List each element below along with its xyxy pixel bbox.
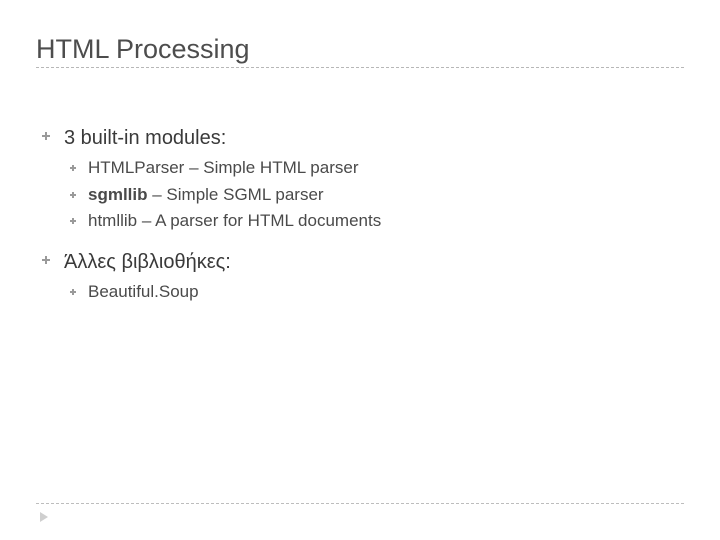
footer-divider bbox=[36, 503, 684, 504]
content-area: 3 built-in modules: HTMLParser – Simple … bbox=[36, 124, 684, 305]
bold-term: sgmllib bbox=[88, 185, 148, 204]
plus-bullet-icon bbox=[42, 256, 50, 264]
sub-list-item-label: sgmllib – Simple SGML parser bbox=[88, 183, 324, 208]
plus-bullet-icon bbox=[70, 165, 76, 171]
list-item-label: Άλλες βιβλιοθήκες: bbox=[64, 248, 231, 276]
sub-list-item: HTMLParser – Simple HTML parser bbox=[70, 156, 684, 181]
slide: HTML Processing 3 built-in modules: HTML… bbox=[0, 0, 720, 540]
plus-bullet-icon bbox=[70, 192, 76, 198]
list-item-label: 3 built-in modules: bbox=[64, 124, 226, 152]
list-item: 3 built-in modules: bbox=[42, 124, 684, 152]
sub-list-item: htmllib – A parser for HTML documents bbox=[70, 209, 684, 234]
sub-list-item-rest: – Simple SGML parser bbox=[148, 185, 324, 204]
sub-list-item: Beautiful.Soup bbox=[70, 280, 684, 305]
sub-list-item-label: HTMLParser – Simple HTML parser bbox=[88, 156, 359, 181]
title-divider bbox=[36, 67, 684, 68]
slide-title: HTML Processing bbox=[36, 34, 684, 65]
sub-list-item: sgmllib – Simple SGML parser bbox=[70, 183, 684, 208]
sub-list: Beautiful.Soup bbox=[42, 280, 684, 305]
sub-list-item-label: Beautiful.Soup bbox=[88, 280, 199, 305]
play-icon bbox=[40, 512, 48, 522]
list-item: Άλλες βιβλιοθήκες: bbox=[42, 248, 684, 276]
plus-bullet-icon bbox=[70, 289, 76, 295]
plus-bullet-icon bbox=[70, 218, 76, 224]
sub-list-item-label: htmllib – A parser for HTML documents bbox=[88, 209, 381, 234]
plus-bullet-icon bbox=[42, 132, 50, 140]
sub-list: HTMLParser – Simple HTML parser sgmllib … bbox=[42, 156, 684, 234]
